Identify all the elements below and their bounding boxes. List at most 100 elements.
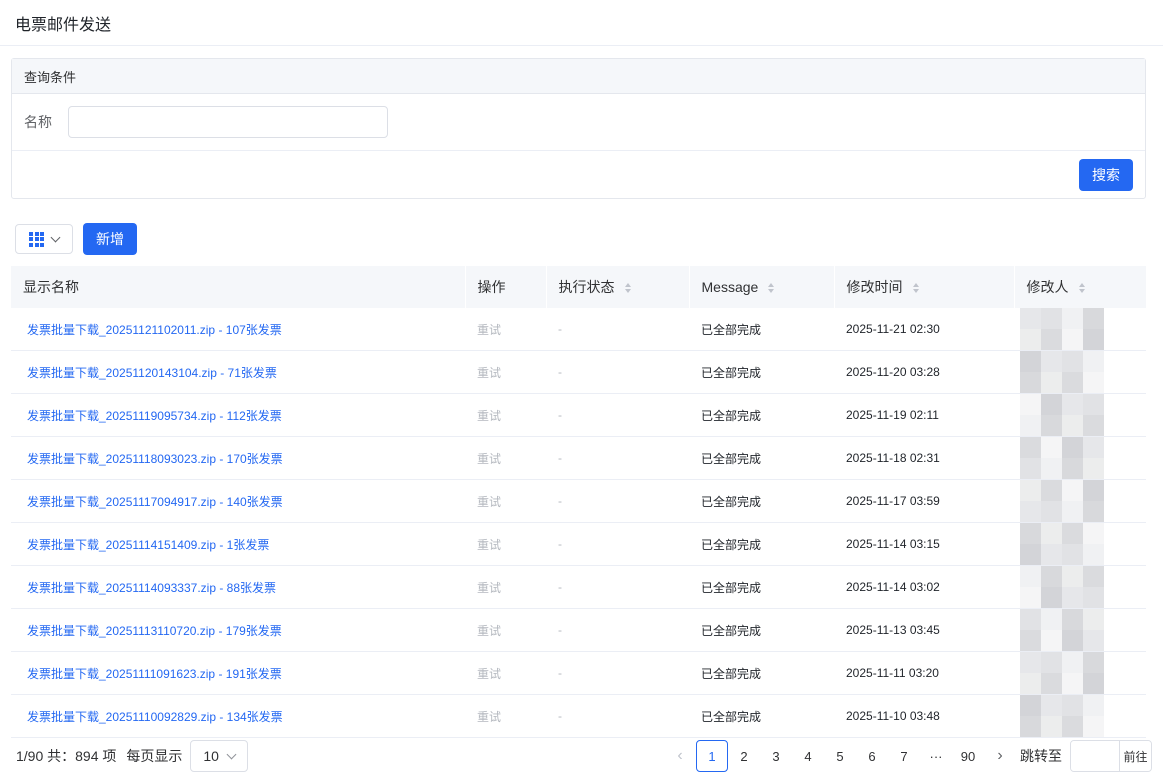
message-cell: 已全部完成 xyxy=(689,565,834,609)
message-cell: 已全部完成 xyxy=(689,694,834,738)
modified-time-cell: 2025-11-14 03:15 xyxy=(834,522,1014,566)
display-name-link[interactable]: 发票批量下载_20251114151409.zip - 1张发票 xyxy=(27,538,269,552)
retry-button[interactable]: 重试 xyxy=(477,452,501,466)
query-panel-header: 查询条件 xyxy=(12,59,1145,94)
table-row: 发票批量下载_20251118093023.zip - 170张发票 重试 - 已全部… xyxy=(11,436,1146,480)
exec-status-cell: - xyxy=(546,350,689,394)
message-value: 已全部完成 xyxy=(701,365,762,380)
message-cell: 已全部完成 xyxy=(689,479,834,523)
column-header-modified-time[interactable]: 修改时间 xyxy=(834,266,1015,308)
retry-button[interactable]: 重试 xyxy=(477,366,501,380)
display-name-cell: 发票批量下载_20251113110720.zip - 179张发票 xyxy=(11,608,465,652)
retry-button[interactable]: 重试 xyxy=(477,538,501,552)
redacted-avatar-mosaic xyxy=(1020,394,1104,436)
exec-status-value: - xyxy=(558,451,562,465)
modified-time-value: 2025-11-18 02:31 xyxy=(846,451,940,465)
retry-button[interactable]: 重试 xyxy=(477,495,501,509)
records-table: 显示名称 操作 执行状态 Message 修改时间 修改人 发票批量下载_202… xyxy=(11,266,1146,738)
redacted-avatar-mosaic xyxy=(1020,351,1104,393)
display-name-link[interactable]: 发票批量下载_20251110092829.zip - 134张发票 xyxy=(27,710,283,724)
sort-icon[interactable] xyxy=(768,283,775,294)
modified-time-cell: 2025-11-13 03:45 xyxy=(834,608,1014,652)
table-row: 发票批量下载_20251119095734.zip - 112张发票 重试 - 已全部… xyxy=(11,393,1146,437)
modified-time-cell: 2025-11-19 02:11 xyxy=(834,393,1014,437)
page-number-button[interactable]: 2 xyxy=(728,740,760,772)
retry-button[interactable]: 重试 xyxy=(477,323,501,337)
table-row: 发票批量下载_20251120143104.zip - 71张发票 重试 - 已全部完… xyxy=(11,350,1146,394)
table-row: 发票批量下载_20251111091623.zip - 191张发票 重试 - 已全部… xyxy=(11,651,1146,695)
page-size-value: 10 xyxy=(203,748,219,764)
column-view-dropdown[interactable] xyxy=(15,224,73,254)
exec-status-value: - xyxy=(558,322,562,336)
page-number-button[interactable]: 7 xyxy=(888,740,920,772)
go-button[interactable]: 前往 xyxy=(1119,741,1151,771)
sort-icon[interactable] xyxy=(912,283,919,294)
modifier-cell xyxy=(1014,308,1146,351)
display-name-link[interactable]: 发票批量下载_20251121102011.zip - 107张发票 xyxy=(27,323,282,337)
jump-page-input[interactable] xyxy=(1071,741,1119,771)
pagination-summary: 1/90 共：894 项 每页显示 10 xyxy=(16,740,249,772)
display-name-cell: 发票批量下载_20251119095734.zip - 112张发票 xyxy=(11,393,465,437)
modified-time-value: 2025-11-20 03:28 xyxy=(846,365,940,379)
next-page-button[interactable]: › xyxy=(984,740,1016,772)
exec-status-value: - xyxy=(558,494,562,508)
query-name-row: 名称 xyxy=(12,94,1145,151)
modified-time-value: 2025-11-13 03:45 xyxy=(846,623,940,637)
modifier-cell xyxy=(1014,565,1146,609)
page-number-button[interactable]: 90 xyxy=(952,740,984,772)
add-button[interactable]: 新增 xyxy=(83,223,137,255)
modifier-cell xyxy=(1014,608,1146,652)
sort-icon[interactable] xyxy=(624,283,631,294)
modified-time-value: 2025-11-14 03:15 xyxy=(846,537,940,551)
retry-button[interactable]: 重试 xyxy=(477,581,501,595)
redacted-avatar-mosaic xyxy=(1020,609,1104,651)
display-name-link[interactable]: 发票批量下载_20251113110720.zip - 179张发票 xyxy=(27,624,282,638)
retry-button[interactable]: 重试 xyxy=(477,624,501,638)
modified-time-value: 2025-11-17 03:59 xyxy=(846,494,940,508)
display-name-link[interactable]: 发票批量下载_20251111091623.zip - 191张发票 xyxy=(27,667,282,681)
retry-button[interactable]: 重试 xyxy=(477,667,501,681)
pagination: 1/90 共：894 项 每页显示 10 ‹ 1 2 3 4 5 6 7 ··· 90 › 跳转至 前往 xyxy=(0,740,1163,772)
retry-button[interactable]: 重试 xyxy=(477,710,501,724)
display-name-cell: 发票批量下载_20251114093337.zip - 88张发票 xyxy=(11,565,465,609)
modifier-cell xyxy=(1014,694,1146,738)
display-name-cell: 发票批量下载_20251118093023.zip - 170张发票 xyxy=(11,436,465,480)
column-header-exec-status[interactable]: 执行状态 xyxy=(546,266,690,308)
page-number-button[interactable]: 3 xyxy=(760,740,792,772)
page-number-button[interactable]: 4 xyxy=(792,740,824,772)
modified-time-cell: 2025-11-21 02:30 xyxy=(834,308,1014,351)
exec-status-cell: - xyxy=(546,565,689,609)
display-name-link[interactable]: 发票批量下载_20251118093023.zip - 170张发票 xyxy=(27,452,283,466)
query-actions: 搜索 xyxy=(12,151,1145,198)
display-name-cell: 发票批量下载_20251121102011.zip - 107张发票 xyxy=(11,308,465,351)
page-number-button[interactable]: 1 xyxy=(696,740,728,772)
display-name-link[interactable]: 发票批量下载_20251117094917.zip - 140张发票 xyxy=(27,495,283,509)
page-size-label: 每页显示 xyxy=(126,748,183,764)
display-name-link[interactable]: 发票批量下载_20251120143104.zip - 71张发票 xyxy=(27,366,277,380)
pagination-ellipsis[interactable]: ··· xyxy=(920,740,952,772)
modifier-cell xyxy=(1014,436,1146,480)
action-cell: 重试 xyxy=(465,308,546,351)
search-button[interactable]: 搜索 xyxy=(1079,158,1133,191)
message-value: 已全部完成 xyxy=(701,408,762,423)
retry-button[interactable]: 重试 xyxy=(477,409,501,423)
redacted-avatar-mosaic xyxy=(1020,308,1104,350)
exec-status-cell: - xyxy=(546,522,689,566)
sort-icon[interactable] xyxy=(1078,283,1085,294)
name-input[interactable] xyxy=(68,106,388,138)
table-row: 发票批量下载_20251110092829.zip - 134张发票 重试 - 已全部… xyxy=(11,694,1146,738)
prev-page-button[interactable]: ‹ xyxy=(664,740,696,772)
message-value: 已全部完成 xyxy=(701,709,762,724)
table-header-row: 显示名称 操作 执行状态 Message 修改时间 修改人 xyxy=(11,266,1146,308)
display-name-link[interactable]: 发票批量下载_20251114093337.zip - 88张发票 xyxy=(27,581,276,595)
column-header-modifier[interactable]: 修改人 xyxy=(1014,266,1146,308)
page-number-button[interactable]: 5 xyxy=(824,740,856,772)
column-header-message[interactable]: Message xyxy=(689,266,835,308)
modifier-cell xyxy=(1014,479,1146,523)
display-name-link[interactable]: 发票批量下载_20251119095734.zip - 112张发票 xyxy=(27,409,282,423)
action-cell: 重试 xyxy=(465,651,546,695)
column-header-display-name: 显示名称 xyxy=(11,266,466,308)
action-cell: 重试 xyxy=(465,565,546,609)
page-number-button[interactable]: 6 xyxy=(856,740,888,772)
page-size-select[interactable]: 10 xyxy=(190,740,249,772)
